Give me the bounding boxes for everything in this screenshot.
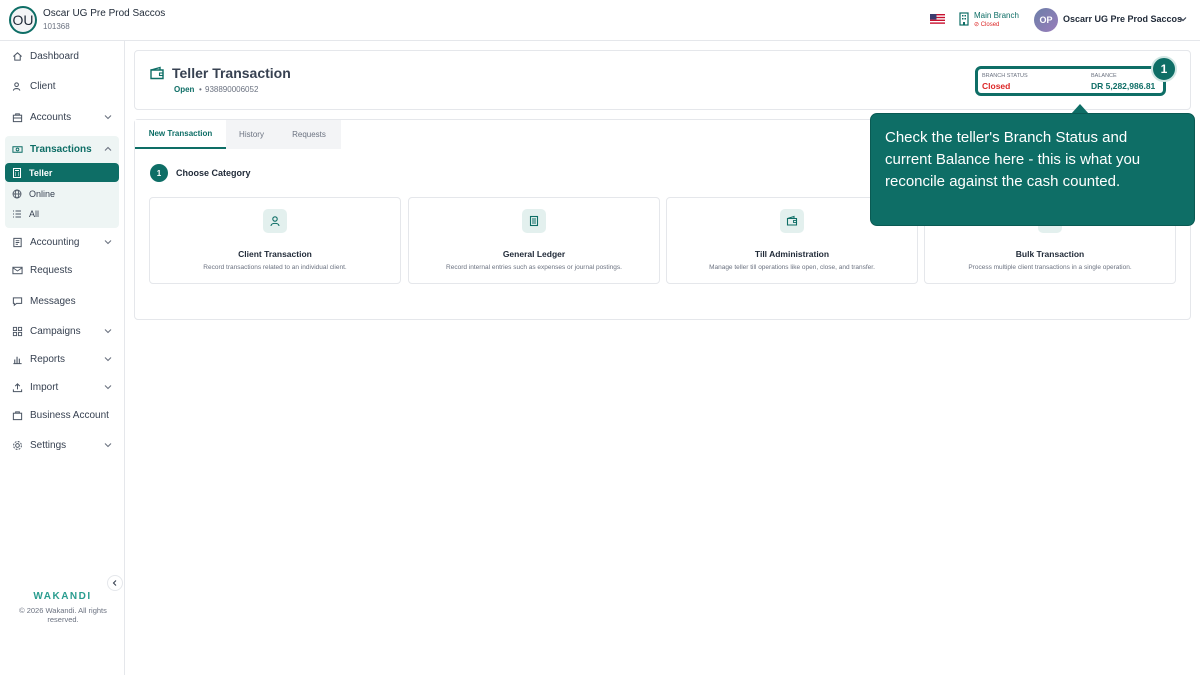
brand-logo: WAKANDI	[33, 591, 92, 602]
upload-icon	[10, 380, 24, 394]
globe-icon	[11, 188, 23, 200]
balance-value: DR 5,282,986.81	[1091, 81, 1156, 91]
sidebar-item-label: Business Account	[30, 409, 109, 421]
sidebar-item-transactions[interactable]: Transactions	[5, 138, 119, 160]
page-title: Teller Transaction	[172, 65, 291, 81]
branch-status-value: Closed	[982, 81, 1011, 91]
calculator-icon	[11, 167, 23, 179]
sidebar-item-label: Campaigns	[30, 325, 81, 337]
sidebar-item-label: Transactions	[30, 143, 92, 155]
sidebar-item-label: Dashboard	[30, 50, 79, 62]
document-icon	[522, 209, 546, 233]
chevron-down-icon[interactable]	[103, 382, 113, 392]
sidebar-item-accounts[interactable]: Accounts	[5, 106, 119, 128]
sidebar-item-label: Reports	[30, 353, 66, 365]
step-number: 1	[150, 164, 168, 182]
category-description: Record internal entries such as expenses…	[446, 264, 622, 271]
step-title: Choose Category	[176, 168, 251, 178]
avatar[interactable]: OP	[1034, 8, 1058, 32]
tour-step-badge: 1	[1151, 56, 1177, 82]
sidebar-subitem-label: All	[29, 208, 40, 219]
branch-status-text: Closed	[980, 22, 1000, 28]
org-logo[interactable]: OU	[9, 6, 37, 34]
sidebar-item-import[interactable]: Import	[5, 376, 119, 398]
copyright: © 2026 Wakandi. All rights reserved.	[19, 606, 107, 624]
chevron-left-icon	[112, 580, 117, 586]
separator: •	[199, 85, 202, 94]
sidebar-item-label: Client	[30, 80, 56, 92]
top-bar: OU Oscar UG Pre Prod Saccos 101368 Main …	[0, 0, 1200, 41]
branch-balance-summary: BRANCH STATUS Closed BALANCE DR 5,282,98…	[975, 66, 1166, 96]
chevron-up-icon[interactable]	[103, 144, 113, 154]
chevron-down-icon[interactable]	[103, 440, 113, 450]
sidebar-item-accounting[interactable]: Accounting	[5, 231, 119, 253]
chevron-down-icon[interactable]	[103, 237, 113, 247]
category-client-transaction[interactable]: Client Transaction Record transactions r…	[149, 197, 401, 284]
sidebar-item-label: Accounts	[30, 111, 72, 123]
category-description: Record transactions related to an indivi…	[203, 264, 347, 271]
category-title: Client Transaction	[238, 249, 312, 259]
building-icon	[10, 408, 24, 422]
sidebar-collapse-button[interactable]	[107, 575, 123, 591]
chevron-down-icon[interactable]	[103, 112, 113, 122]
branch-status-label: BRANCH STATUS	[982, 73, 1028, 79]
sidebar-item-label: Settings	[30, 439, 67, 451]
grid-icon	[10, 324, 24, 338]
teller-status: Open	[174, 85, 195, 94]
chevron-down-icon[interactable]	[103, 326, 113, 336]
wallet-icon	[150, 66, 164, 80]
org-name: Oscar UG Pre Prod Saccos	[43, 8, 166, 19]
branch-selector[interactable]: Main Branch	[974, 11, 1019, 20]
building-icon	[959, 12, 969, 26]
sidebar-item-business-account[interactable]: Business Account	[5, 404, 119, 426]
gear-icon	[10, 438, 24, 452]
mail-icon	[10, 263, 24, 277]
sidebar-subitem-label: Online	[29, 188, 56, 199]
sidebar-item-label: Messages	[30, 295, 76, 307]
category-description: Manage teller till operations like open,…	[709, 264, 875, 271]
tab-history[interactable]: History	[226, 120, 277, 149]
us-flag-icon[interactable]	[930, 14, 945, 24]
message-icon	[10, 294, 24, 308]
tour-tooltip-text: Check the teller's Branch Status and cur…	[885, 129, 1141, 190]
bar-chart-icon	[10, 352, 24, 366]
category-title: Bulk Transaction	[1015, 249, 1085, 259]
ledger-icon	[10, 235, 24, 249]
user-name[interactable]: Oscarr UG Pre Prod Saccos	[1063, 14, 1182, 24]
user-icon	[263, 209, 287, 233]
tab-requests[interactable]: Requests	[277, 120, 341, 149]
sidebar-item-requests[interactable]: Requests	[5, 259, 119, 281]
users-icon	[10, 79, 24, 93]
branch-status: ⊘ Closed	[974, 22, 1000, 28]
chevron-down-icon[interactable]	[103, 354, 113, 364]
sidebar-item-label: Requests	[30, 264, 73, 276]
sidebar-item-reports[interactable]: Reports	[5, 348, 119, 370]
category-title: Till Administration	[754, 249, 830, 259]
home-icon	[10, 49, 24, 63]
tab-new-transaction[interactable]: New Transaction	[135, 120, 226, 149]
sidebar-subitem-label: Teller	[29, 167, 53, 178]
sidebar-item-client[interactable]: Client	[5, 75, 119, 97]
chevron-down-icon[interactable]	[1178, 14, 1188, 24]
category-general-ledger[interactable]: General Ledger Record internal entries s…	[408, 197, 660, 284]
wallet-icon	[780, 209, 804, 233]
sidebar-item-messages[interactable]: Messages	[5, 290, 119, 312]
sidebar-item-campaigns[interactable]: Campaigns	[5, 320, 119, 342]
sidebar-subitem-all[interactable]: All	[5, 204, 119, 223]
sidebar-item-label: Accounting	[30, 236, 80, 248]
sidebar-subitem-teller[interactable]: Teller	[5, 163, 119, 182]
list-icon	[11, 208, 23, 220]
sidebar-item-dashboard[interactable]: Dashboard	[5, 45, 119, 67]
sidebar-item-settings[interactable]: Settings	[5, 434, 119, 456]
category-title: General Ledger	[502, 249, 566, 259]
sidebar-item-label: Import	[30, 381, 59, 393]
org-id: 101368	[43, 22, 70, 31]
sidebar-subitem-online[interactable]: Online	[5, 184, 119, 203]
briefcase-icon	[10, 110, 24, 124]
balance-label: BALANCE	[1091, 73, 1117, 79]
teller-id: 938890006052	[205, 85, 259, 94]
category-description: Process multiple client transactions in …	[968, 264, 1132, 271]
cash-icon	[10, 142, 24, 156]
